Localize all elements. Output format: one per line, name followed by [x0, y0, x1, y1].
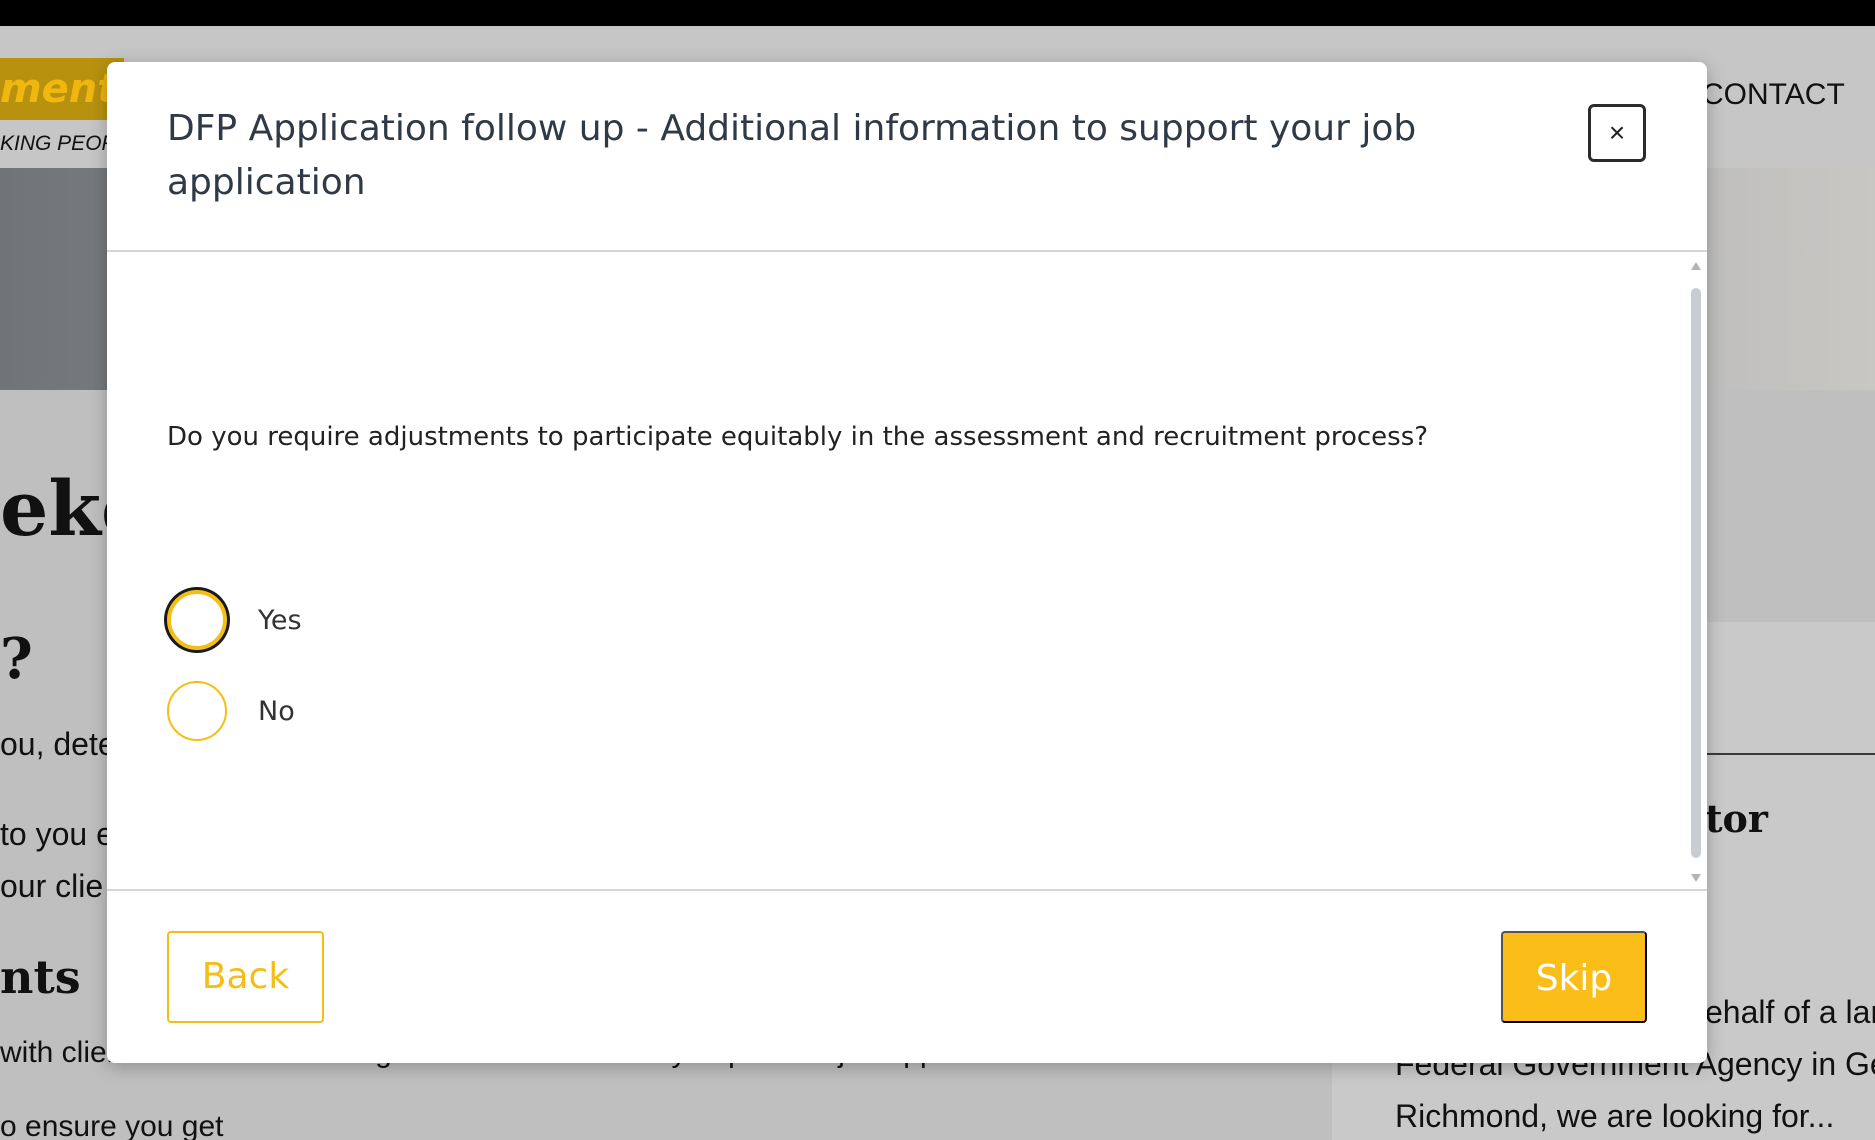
modal-header: DFP Application follow up - Additional i…: [107, 62, 1707, 252]
background-logo-text: ment: [0, 66, 117, 112]
scroll-thumb[interactable]: [1691, 288, 1701, 858]
background-line-1: ou, dete: [0, 726, 116, 762]
scroll-down-arrow-icon[interactable]: [1691, 874, 1701, 882]
background-question-mark: ?: [0, 626, 33, 692]
modal-title: DFP Application follow up - Additional i…: [167, 108, 1417, 203]
skip-button[interactable]: Skip: [1501, 931, 1647, 1023]
background-nav-contact: CONTACT: [1702, 78, 1845, 111]
option-yes-label: Yes: [258, 604, 302, 636]
background-side-line-1: ehalf of a lar: [1705, 994, 1875, 1030]
background-line-3: our clie: [0, 868, 104, 904]
modal-footer: Back Skip: [107, 889, 1707, 1063]
application-followup-modal: DFP Application follow up - Additional i…: [107, 62, 1707, 1063]
scroll-up-arrow-icon[interactable]: [1691, 262, 1701, 270]
close-button[interactable]: ×: [1588, 104, 1646, 162]
background-side-title: tor: [1705, 796, 1768, 841]
background-side-line-3: Richmond, we are looking for...: [1395, 1098, 1835, 1134]
radio-no[interactable]: [167, 681, 227, 741]
back-button[interactable]: Back: [167, 931, 324, 1023]
modal-body: Do you require adjustments to participat…: [107, 252, 1707, 889]
background-line-5: o ensure you get: [0, 1110, 224, 1140]
option-yes[interactable]: Yes: [167, 590, 302, 650]
option-no[interactable]: No: [167, 681, 295, 741]
background-line-2: to you e: [0, 816, 114, 852]
modal-scrollbar[interactable]: [1689, 262, 1703, 882]
radio-yes[interactable]: [167, 590, 227, 650]
option-no-label: No: [258, 695, 295, 727]
browser-top-bar: [0, 0, 1875, 26]
adjustments-question: Do you require adjustments to participat…: [167, 422, 1429, 452]
background-subheading: nts: [0, 950, 81, 1004]
